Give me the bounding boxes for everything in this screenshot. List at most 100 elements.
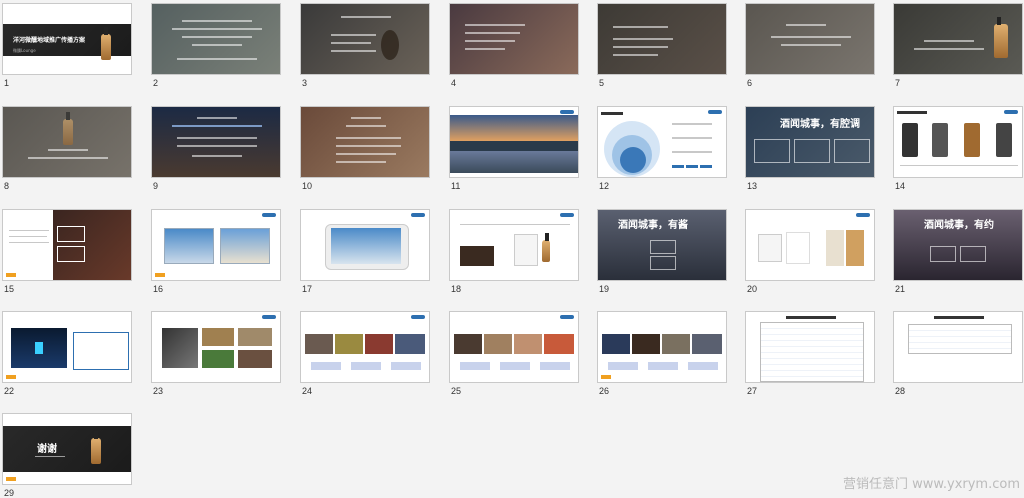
slide-9-thumbnail[interactable] [151,106,281,178]
slide-9[interactable]: 9 [151,106,283,191]
slide-2-thumbnail[interactable] [151,3,281,75]
slide-21-thumbnail[interactable]: 酒闻城事，有约 [893,209,1023,281]
slide-6-number: 6 [747,78,753,88]
slide-22-thumbnail[interactable] [2,311,132,383]
bottle-image [101,27,111,60]
slide-19-thumbnail[interactable]: 酒闻城事，有酱 [597,209,727,281]
slide-12-thumbnail[interactable] [597,106,727,178]
slide-14-thumbnail[interactable] [893,106,1023,178]
slide-14[interactable]: 14 [893,106,1024,191]
slide-24-thumbnail[interactable] [300,311,430,383]
slide-6[interactable]: 6 [745,3,877,88]
slide-22-number: 22 [4,386,15,396]
slide-1-number: 1 [4,78,10,88]
slide-7-number: 7 [895,78,901,88]
slide-29-number: 29 [4,488,15,498]
bottle-image [91,431,101,464]
slide-26-number: 26 [599,386,610,396]
slide-8-thumbnail[interactable] [2,106,132,178]
slide-25-thumbnail[interactable] [449,311,579,383]
slide-2[interactable]: 2 [151,3,283,88]
slide-1[interactable]: 洋河微醺地域推广传播方案 微醺Lounge 1 [2,3,134,88]
slide-16-number: 16 [153,284,164,294]
slide-20[interactable]: 20 [745,209,877,294]
slide-13-number: 13 [747,181,758,191]
stamp-icon [6,477,16,481]
slide-16[interactable]: 16 [151,209,283,294]
slide-17-thumbnail[interactable] [300,209,430,281]
slide-17[interactable]: 17 [300,209,432,294]
slide-19-number: 19 [599,284,610,294]
slide-28-number: 28 [895,386,906,396]
bottle-image [63,112,73,145]
slide-19[interactable]: 酒闻城事，有酱 19 [597,209,729,294]
logo [1004,110,1018,114]
slide-26[interactable]: 26 [597,311,729,396]
slide-16-thumbnail[interactable] [151,209,281,281]
slide-8[interactable]: 8 [2,106,134,191]
stamp-icon [6,273,16,277]
slide-18[interactable]: 18 [449,209,581,294]
slide-11[interactable]: 11 [449,106,581,191]
slide-10[interactable]: 10 [300,106,432,191]
slide-3-number: 3 [302,78,308,88]
slide-5[interactable]: 5 [597,3,729,88]
slide-1-subtitle: 微醺Lounge [13,48,36,53]
slide-4-thumbnail[interactable] [449,3,579,75]
slide-28[interactable]: 28 [893,311,1024,396]
slide-3-thumbnail[interactable] [300,3,430,75]
slide-23-thumbnail[interactable] [151,311,281,383]
logo [856,213,870,217]
slide-10-number: 10 [302,181,313,191]
slide-1-title: 洋河微醺地域推广传播方案 [13,37,86,44]
slide-sorter-grid: 洋河微醺地域推广传播方案 微醺Lounge 1 2 3 4 5 6 7 8 9 … [0,0,1024,498]
slide-13-thumbnail[interactable]: 酒闻城事，有腔调 [745,106,875,178]
slide-12[interactable]: 12 [597,106,729,191]
logo [262,315,276,319]
slide-7-thumbnail[interactable] [893,3,1023,75]
watermark-text: 营销任意门 www.yxrym.com [843,477,1020,492]
slide-7[interactable]: 7 [893,3,1024,88]
slide-27[interactable]: 27 [745,311,877,396]
slide-18-thumbnail[interactable] [449,209,579,281]
slide-8-number: 8 [4,181,10,191]
slide-23[interactable]: 23 [151,311,283,396]
slide-29[interactable]: 谢谢 29 [2,413,134,498]
slide-20-thumbnail[interactable] [745,209,875,281]
slide-21[interactable]: 酒闻城事，有约 21 [893,209,1024,294]
slide-4[interactable]: 4 [449,3,581,88]
slide-26-thumbnail[interactable] [597,311,727,383]
slide-13[interactable]: 酒闻城事，有腔调 13 [745,106,877,191]
logo [411,315,425,319]
slide-6-thumbnail[interactable] [745,3,875,75]
slide-29-title: 谢谢 [37,444,57,455]
slide-5-thumbnail[interactable] [597,3,727,75]
slide-28-thumbnail[interactable] [893,311,1023,383]
slide-24-number: 24 [302,386,313,396]
slide-21-title: 酒闻城事，有约 [924,220,994,231]
slide-27-number: 27 [747,386,758,396]
slide-27-thumbnail[interactable] [745,311,875,383]
slide-29-thumbnail[interactable]: 谢谢 [2,413,132,485]
logo [560,315,574,319]
slide-18-number: 18 [451,284,462,294]
slide-15-thumbnail[interactable] [2,209,132,281]
slide-21-number: 21 [895,284,906,294]
slide-3[interactable]: 3 [300,3,432,88]
slide-25[interactable]: 25 [449,311,581,396]
slide-13-title: 酒闻城事，有腔调 [780,119,860,130]
bottle-image [994,17,1008,58]
slide-15-number: 15 [4,284,15,294]
slide-12-number: 12 [599,181,610,191]
slide-11-thumbnail[interactable] [449,106,579,178]
slide-2-number: 2 [153,78,159,88]
slide-10-thumbnail[interactable] [300,106,430,178]
logo [560,213,574,217]
slide-14-number: 14 [895,181,906,191]
slide-15[interactable]: 15 [2,209,134,294]
stamp-icon [155,273,165,277]
slide-22[interactable]: 22 [2,311,134,396]
slide-24[interactable]: 24 [300,311,432,396]
slide-1-thumbnail[interactable]: 洋河微醺地域推广传播方案 微醺Lounge [2,3,132,75]
slide-23-number: 23 [153,386,164,396]
